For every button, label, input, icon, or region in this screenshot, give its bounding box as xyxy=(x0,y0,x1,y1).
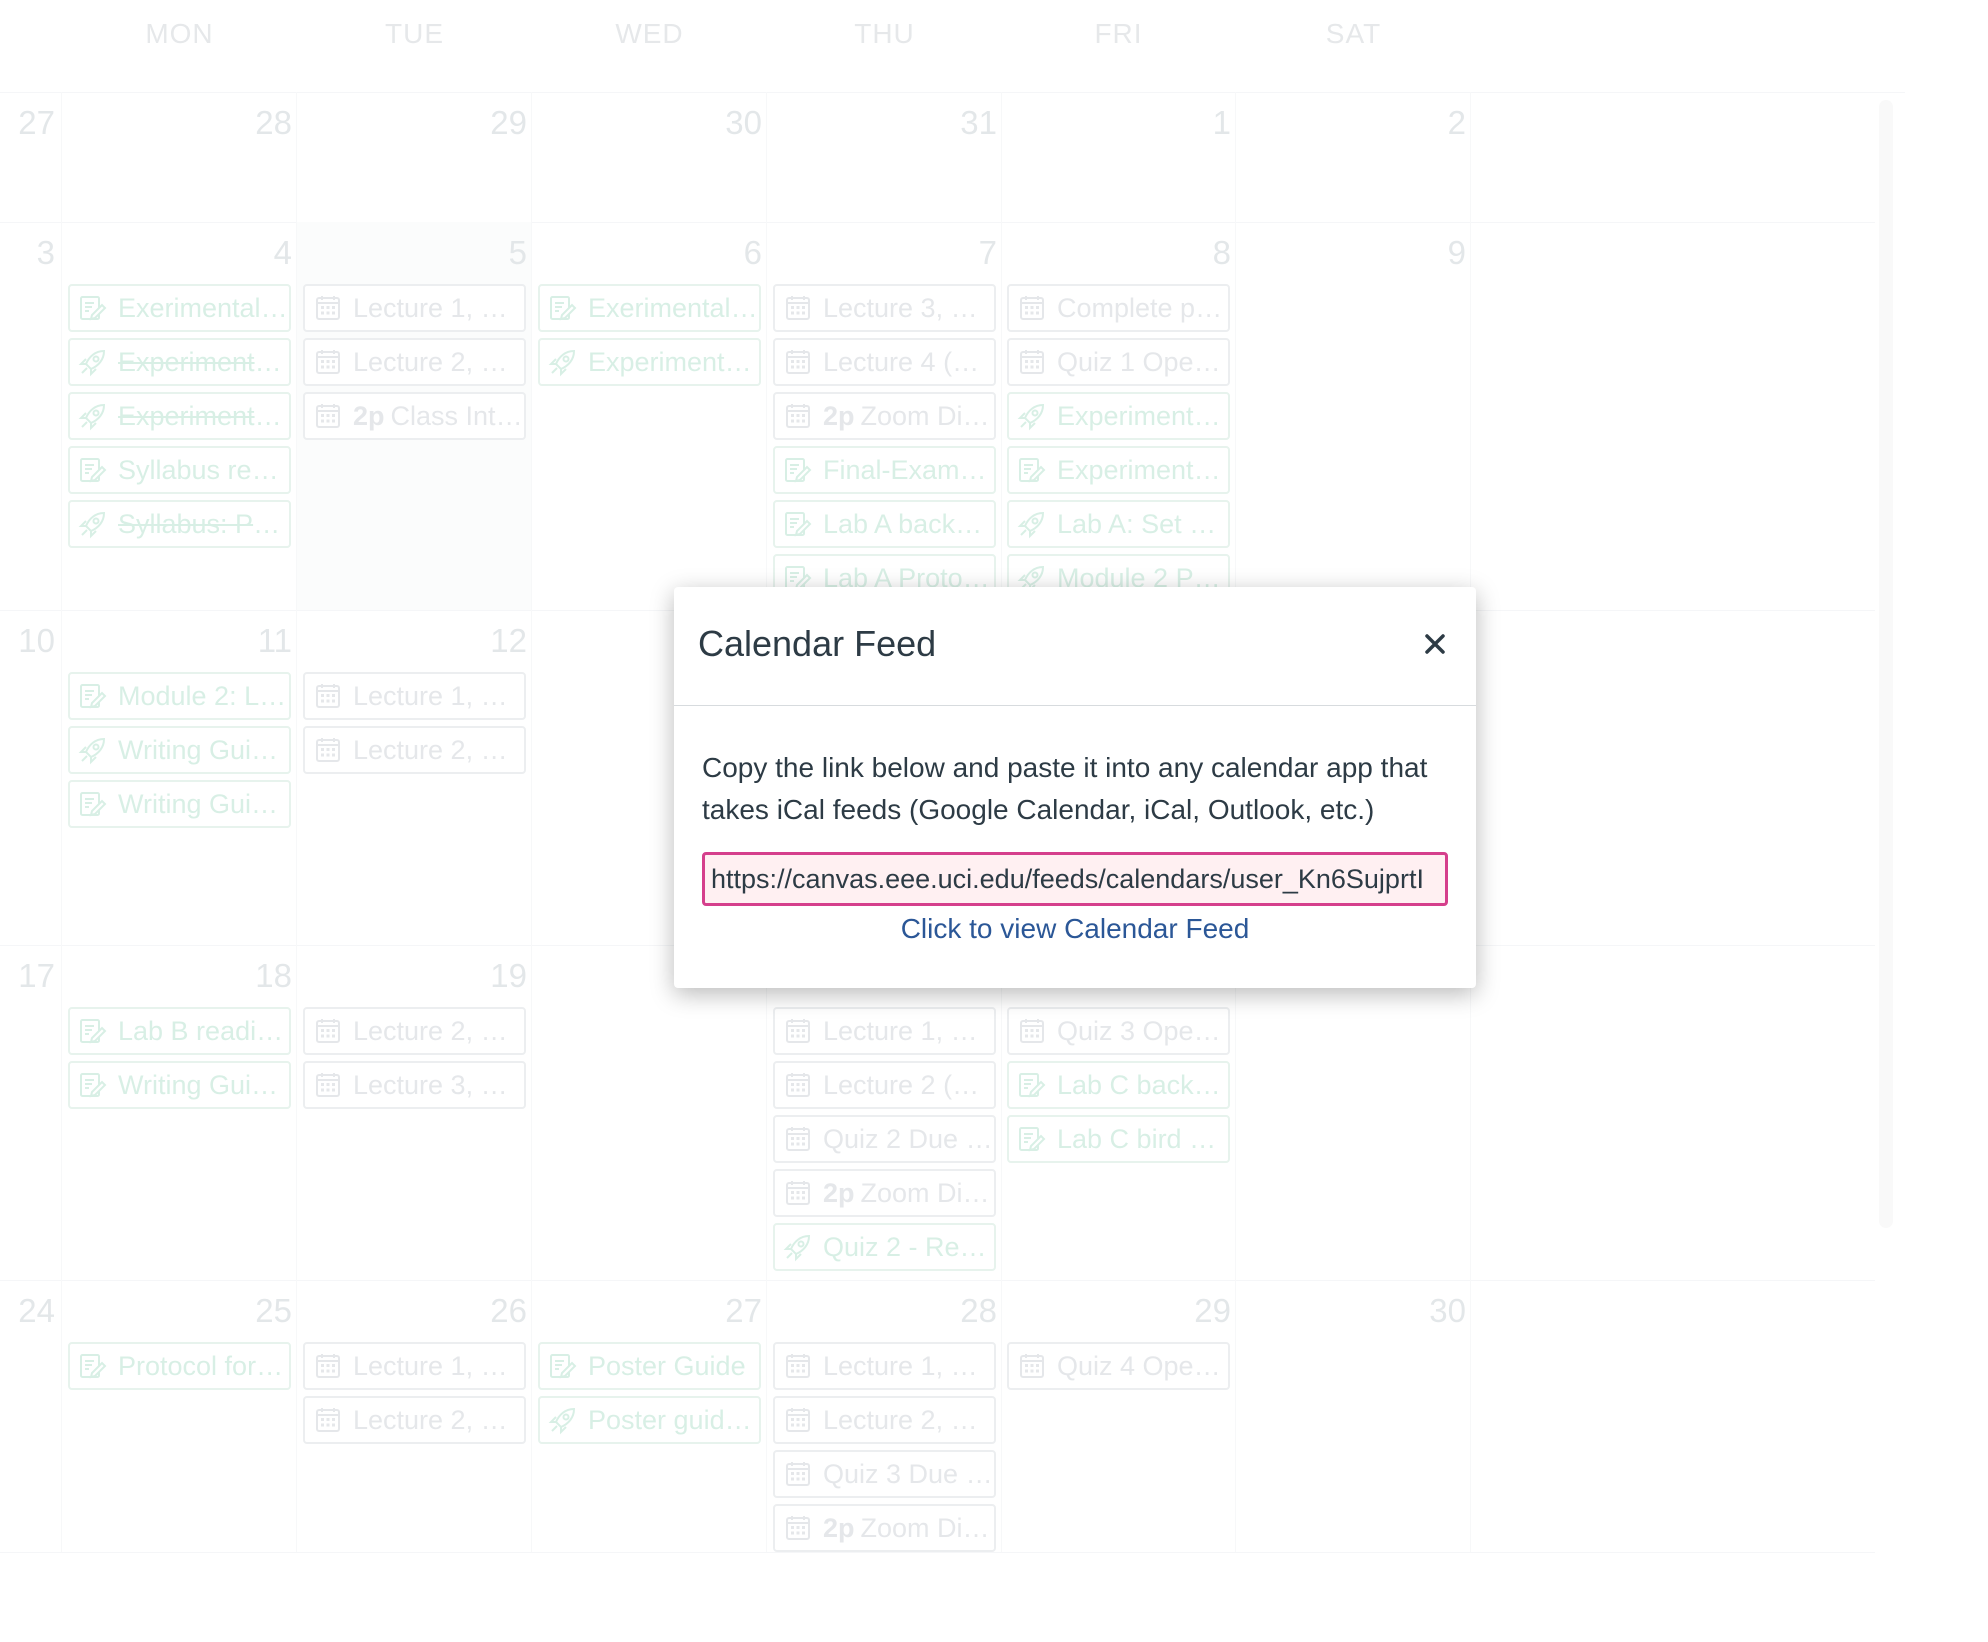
view-calendar-feed-link[interactable]: Click to view Calendar Feed xyxy=(674,913,1476,945)
dialog-body: Copy the link below and paste it into an… xyxy=(702,747,1452,831)
feed-url-input[interactable] xyxy=(702,852,1448,906)
calendar-feed-dialog: Calendar Feed Copy the link below and pa… xyxy=(674,587,1476,988)
feed-instructions: Copy the link below and paste it into an… xyxy=(702,752,1428,825)
dialog-header: Calendar Feed xyxy=(674,587,1476,706)
dialog-title: Calendar Feed xyxy=(698,623,937,664)
close-icon xyxy=(1425,634,1445,654)
close-button[interactable] xyxy=(1420,629,1450,659)
